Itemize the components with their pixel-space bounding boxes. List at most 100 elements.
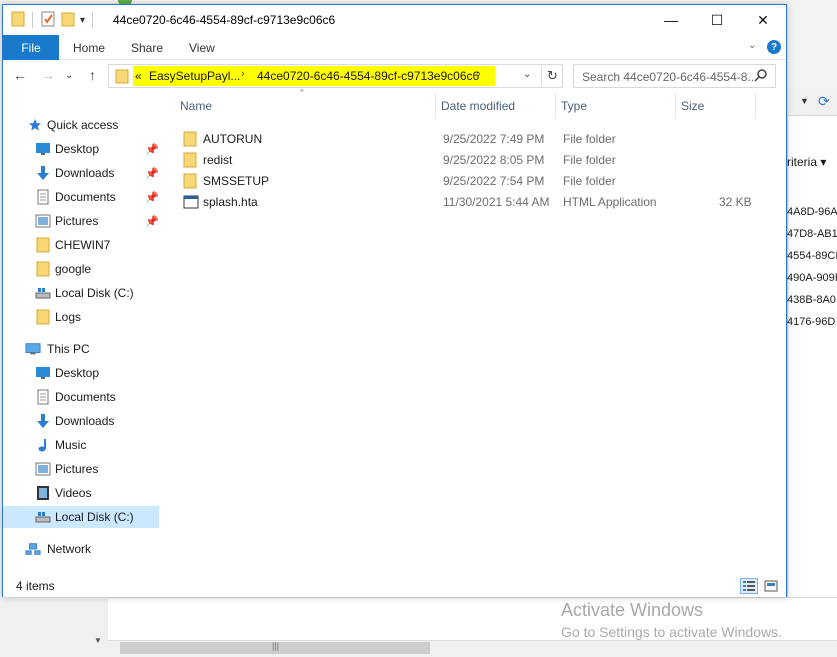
breadcrumb-chevron-icon[interactable]: › bbox=[477, 68, 481, 80]
refresh-button[interactable]: ↻ bbox=[541, 66, 563, 86]
sidebar-item-label: This PC bbox=[47, 342, 90, 356]
refresh-icon[interactable]: ⟳ bbox=[818, 93, 830, 110]
sidebar-item-desktop[interactable]: Desktop 📌 bbox=[3, 138, 159, 160]
activate-windows-title: Activate Windows bbox=[561, 600, 704, 620]
activate-windows-subtitle: Go to Settings to activate Windows. bbox=[561, 624, 782, 640]
customize-toolbar-icon[interactable]: ▾ bbox=[80, 15, 85, 26]
maximize-button[interactable]: ☐ bbox=[694, 5, 740, 35]
sidebar-item-downloads[interactable]: Downloads 📌 bbox=[3, 162, 159, 184]
scroll-down-icon[interactable]: ▼ bbox=[94, 636, 102, 645]
sidebar-item-desktop[interactable]: Desktop bbox=[3, 362, 159, 384]
search-input[interactable]: Search 44ce0720-6c46-4554-8... bbox=[582, 70, 757, 84]
column-divider[interactable] bbox=[555, 93, 556, 119]
column-header-date[interactable]: Date modified bbox=[441, 99, 515, 113]
sidebar-item-local-disk[interactable]: Local Disk (C:) bbox=[3, 506, 159, 528]
tab-share[interactable]: Share bbox=[131, 41, 163, 55]
pin-icon[interactable]: 📌 bbox=[145, 191, 159, 204]
address-dropdown-icon[interactable]: ⌄ bbox=[523, 69, 531, 80]
file-name: SMSSETUP bbox=[203, 174, 270, 188]
sidebar-item-quick-access[interactable]: Quick access bbox=[3, 114, 159, 136]
background-criteria-label[interactable]: riteria ▾ bbox=[787, 155, 826, 169]
file-list: Name ⌃ Date modified Type Size AUTORUN 9… bbox=[168, 88, 786, 575]
sidebar-item-label: Network bbox=[47, 542, 92, 556]
pin-icon[interactable]: 📌 bbox=[145, 143, 159, 156]
help-icon[interactable]: ? bbox=[767, 40, 781, 54]
sidebar-item-this-pc[interactable]: This PC bbox=[3, 338, 159, 360]
sidebar-item-pictures[interactable]: Pictures 📌 bbox=[3, 210, 159, 232]
folder-icon bbox=[11, 11, 25, 30]
sidebar-item-videos[interactable]: Videos bbox=[3, 482, 159, 504]
folder-icon bbox=[35, 261, 51, 277]
sidebar-item-downloads[interactable]: Downloads bbox=[3, 410, 159, 432]
close-button[interactable]: ✕ bbox=[740, 5, 786, 35]
breadcrumb-item[interactable]: EasySetupPayl... bbox=[149, 69, 240, 83]
breadcrumb-chevron-icon[interactable]: › bbox=[241, 68, 245, 80]
file-date: 11/30/2021 5:44 AM bbox=[443, 195, 550, 209]
pin-icon[interactable]: 📌 bbox=[145, 215, 159, 228]
tab-file[interactable]: File bbox=[3, 35, 59, 60]
sidebar-item-label: google bbox=[55, 262, 92, 276]
column-header-name[interactable]: Name bbox=[180, 99, 212, 113]
toolbar-divider bbox=[92, 12, 94, 28]
column-header-size[interactable]: Size bbox=[681, 99, 704, 113]
table-row[interactable]: splash.hta 11/30/2021 5:44 AM HTML Appli… bbox=[178, 192, 758, 213]
item-count: 4 items bbox=[16, 579, 55, 593]
search-icon[interactable] bbox=[754, 68, 768, 85]
status-bar: 4 items bbox=[3, 575, 786, 597]
file-date: 9/25/2022 7:54 PM bbox=[443, 174, 545, 188]
file-type: HTML Application bbox=[563, 195, 657, 209]
sidebar-item-chewin7[interactable]: CHEWIN7 bbox=[3, 234, 159, 256]
sidebar-item-documents[interactable]: Documents 📌 bbox=[3, 186, 159, 208]
tab-view[interactable]: View bbox=[189, 41, 215, 55]
back-button[interactable]: ← bbox=[13, 67, 27, 83]
sidebar-item-local-disk[interactable]: Local Disk (C:) bbox=[3, 282, 159, 304]
sidebar-item-music[interactable]: Music bbox=[3, 434, 159, 456]
column-divider[interactable] bbox=[675, 93, 676, 119]
table-row[interactable]: redist 9/25/2022 8:05 PM File folder bbox=[178, 150, 758, 171]
properties-icon[interactable] bbox=[40, 11, 56, 30]
sidebar-item-network[interactable]: Network bbox=[3, 538, 159, 560]
sidebar-item-pictures[interactable]: Pictures bbox=[3, 458, 159, 480]
background-guid-text: 47D8-AB1 bbox=[787, 228, 837, 240]
documents-icon bbox=[35, 389, 51, 405]
column-divider[interactable] bbox=[755, 93, 756, 119]
documents-icon bbox=[35, 189, 51, 205]
star-icon bbox=[27, 117, 43, 133]
sidebar-item-label: Downloads bbox=[55, 166, 115, 180]
window-title: 44ce0720-6c46-4554-89cf-c9713e9c06c6 bbox=[113, 13, 336, 27]
address-bar[interactable]: « EasySetupPayl... › 44ce0720-6c46-4554-… bbox=[108, 64, 563, 88]
column-divider[interactable] bbox=[435, 93, 436, 119]
breadcrumb-overflow[interactable]: « bbox=[135, 69, 142, 83]
up-button[interactable]: ↑ bbox=[89, 67, 96, 83]
sidebar-item-logs[interactable]: Logs bbox=[3, 306, 159, 328]
large-icons-view-icon[interactable] bbox=[762, 578, 780, 594]
table-row[interactable]: SMSSETUP 9/25/2022 7:54 PM File folder bbox=[178, 171, 758, 192]
column-header-type[interactable]: Type bbox=[561, 99, 587, 113]
background-guid-text: 4554-89CI bbox=[787, 250, 837, 262]
title-bar[interactable]: ▾ 44ce0720-6c46-4554-89cf-c9713e9c06c6 —… bbox=[3, 5, 786, 35]
folder-icon bbox=[35, 237, 51, 253]
minimize-button[interactable]: — bbox=[648, 5, 694, 35]
desktop-icon bbox=[35, 365, 51, 381]
scrollbar-thumb[interactable]: ||| bbox=[120, 641, 430, 654]
pin-icon[interactable]: 📌 bbox=[145, 167, 159, 180]
sidebar-item-label: Documents bbox=[55, 190, 116, 204]
search-box[interactable]: Search 44ce0720-6c46-4554-8... bbox=[573, 64, 776, 88]
quick-access-toolbar: ▾ bbox=[11, 11, 96, 29]
sidebar-item-documents[interactable]: Documents bbox=[3, 386, 159, 408]
expand-ribbon-icon[interactable]: ⌄ bbox=[748, 40, 756, 51]
tab-home[interactable]: Home bbox=[73, 41, 105, 55]
hta-file-icon bbox=[183, 194, 199, 210]
chevron-down-icon[interactable]: ▼ bbox=[800, 96, 809, 106]
scroll-grip-icon: ||| bbox=[272, 641, 280, 651]
table-row[interactable]: AUTORUN 9/25/2022 7:49 PM File folder bbox=[178, 129, 758, 150]
details-view-icon[interactable] bbox=[740, 578, 758, 594]
recent-locations-button[interactable]: ⌄ bbox=[65, 70, 73, 81]
folder-icon bbox=[183, 131, 199, 147]
sidebar-item-google[interactable]: google bbox=[3, 258, 159, 280]
new-folder-icon[interactable] bbox=[60, 11, 76, 30]
background-guid-text: 4176-96D bbox=[787, 316, 836, 328]
file-name: splash.hta bbox=[203, 195, 258, 209]
forward-button[interactable]: → bbox=[41, 67, 55, 83]
breadcrumb-item[interactable]: 44ce0720-6c46-4554-89cf-c9713e9c06c6 bbox=[257, 69, 479, 83]
